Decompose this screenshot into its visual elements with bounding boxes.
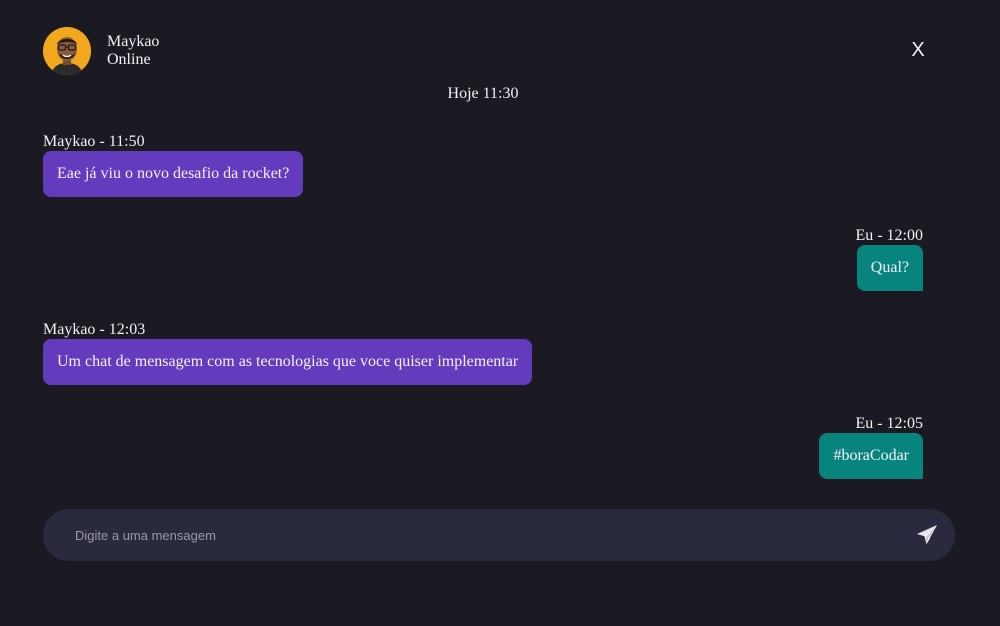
message-meta: Eu - 12:05 bbox=[855, 415, 923, 432]
date-divider: Hoje 11:30 bbox=[447, 85, 519, 102]
message-bubble-outgoing: Qual? bbox=[856, 245, 923, 291]
message-bubble-incoming: Um chat de mensagem com as tecnologias q… bbox=[43, 339, 533, 385]
chat-window: Maykao Online X Hoje 11:30 Maykao - 11:5… bbox=[0, 0, 1000, 626]
message-input[interactable] bbox=[75, 509, 895, 561]
send-icon bbox=[917, 525, 937, 544]
contact-name: Maykao bbox=[107, 33, 160, 50]
message-meta: Maykao - 11:50 bbox=[43, 133, 145, 150]
close-icon: X bbox=[911, 39, 925, 61]
message-composer bbox=[43, 509, 955, 561]
message-meta: Eu - 12:00 bbox=[855, 227, 923, 244]
send-button[interactable] bbox=[915, 523, 939, 547]
close-button[interactable]: X bbox=[908, 38, 928, 62]
message-meta: Maykao - 12:03 bbox=[43, 321, 146, 338]
avatar[interactable] bbox=[43, 27, 91, 75]
avatar-image bbox=[43, 27, 91, 75]
message-bubble-incoming: Eae já viu o novo desafio da rocket? bbox=[43, 151, 304, 197]
contact-status: Online bbox=[107, 51, 151, 68]
message-bubble-outgoing: #boraCodar bbox=[819, 433, 923, 479]
